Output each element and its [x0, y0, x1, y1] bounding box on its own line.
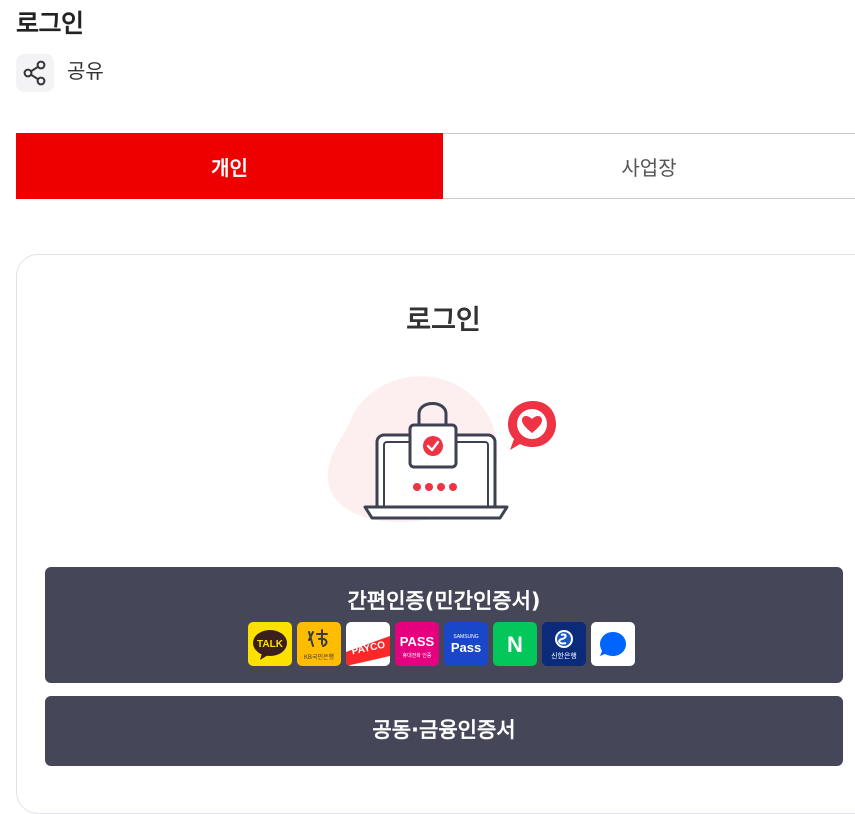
provider-payco[interactable]: PAYCO: [346, 622, 390, 666]
shinhan-bank-icon: 신한은행: [551, 630, 577, 660]
provider-toss[interactable]: [591, 622, 635, 666]
laptop-lock-heart-illustration: [327, 376, 556, 522]
provider-pass[interactable]: PASS 휴대전화 인증: [395, 622, 439, 666]
svg-text:N: N: [507, 632, 523, 657]
svg-text:휴대전화 인증: 휴대전화 인증: [403, 652, 432, 659]
svg-text:신한은행: 신한은행: [551, 651, 577, 660]
pass-icon: PASS 휴대전화 인증: [400, 634, 435, 659]
share-icon: [23, 60, 46, 86]
tab-personal[interactable]: 개인: [16, 133, 443, 199]
payco-icon: PAYCO: [346, 636, 390, 666]
kakao-talk-icon: TALK: [253, 630, 287, 660]
joint-certificate-button[interactable]: 공동·금융인증서: [45, 696, 843, 766]
samsung-pass-icon: SAMSUNG Pass: [451, 634, 481, 655]
simple-auth-label: 간편인증(민간인증서): [347, 589, 541, 613]
share-row: 공유: [16, 54, 104, 92]
simple-auth-button[interactable]: 간편인증(민간인증서) TALK KB국민은행 PAYCO PASS 휴대전화 …: [45, 567, 843, 683]
login-card-title: 로그인: [406, 305, 481, 336]
provider-naver[interactable]: N: [493, 622, 537, 666]
svg-text:Pass: Pass: [451, 640, 481, 655]
user-type-tabs: 개인 사업장: [16, 133, 855, 199]
share-label[interactable]: 공유: [67, 55, 104, 84]
toss-icon: [600, 632, 626, 656]
kb-bank-icon: KB국민은행: [304, 629, 334, 661]
share-button[interactable]: [16, 54, 54, 92]
svg-text:KB국민은행: KB국민은행: [304, 653, 334, 661]
provider-list: TALK KB국민은행 PAYCO PASS 휴대전화 인증 SAMSUNG P…: [248, 622, 635, 666]
provider-shinhan-bank[interactable]: 신한은행: [542, 622, 586, 666]
joint-certificate-label: 공동·금융인증서: [372, 718, 516, 742]
svg-text:PASS: PASS: [400, 634, 435, 649]
tab-business[interactable]: 사업장: [443, 133, 855, 199]
provider-kb-bank[interactable]: KB국민은행: [297, 622, 341, 666]
provider-samsung-pass[interactable]: SAMSUNG Pass: [444, 622, 488, 666]
svg-text:TALK: TALK: [257, 639, 284, 650]
provider-kakao-talk[interactable]: TALK: [248, 622, 292, 666]
naver-icon: N: [507, 632, 523, 657]
page-title: 로그인: [16, 9, 84, 38]
